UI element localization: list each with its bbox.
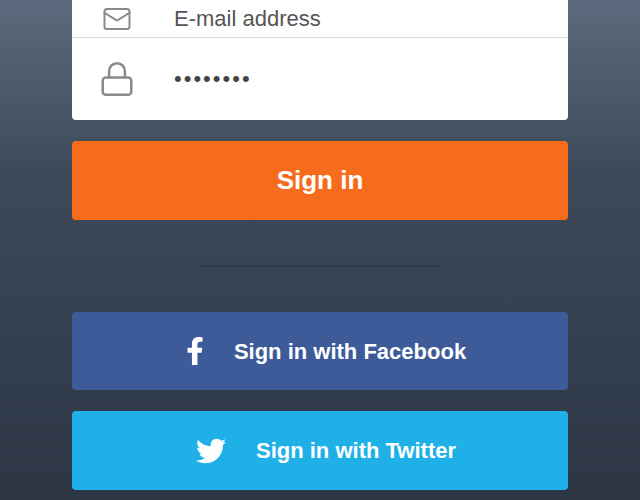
login-screen: E-mail address •••••••• Sign in Sign in wit… — [0, 0, 640, 500]
social-button-label: Sign in with Twitter — [256, 434, 456, 467]
field-placeholder: E-mail address — [174, 8, 321, 30]
social-button-label: Sign in with Facebook — [234, 335, 466, 368]
facebook-sign-in-button[interactable]: Sign in with Facebook — [72, 312, 568, 390]
facebook-icon — [184, 337, 206, 365]
separator-line — [200, 266, 440, 267]
field-value: •••••••• — [174, 68, 252, 90]
sign-in-button[interactable]: Sign in — [72, 141, 568, 220]
lock-icon — [98, 60, 136, 98]
login-form-card: E-mail address •••••••• — [72, 0, 568, 120]
email-field[interactable]: E-mail address — [72, 0, 568, 38]
twitter-bird-icon — [194, 436, 228, 466]
envelope-icon — [98, 4, 136, 34]
password-field[interactable]: •••••••• — [72, 38, 568, 120]
twitter-sign-in-button[interactable]: Sign in with Twitter — [72, 411, 568, 490]
